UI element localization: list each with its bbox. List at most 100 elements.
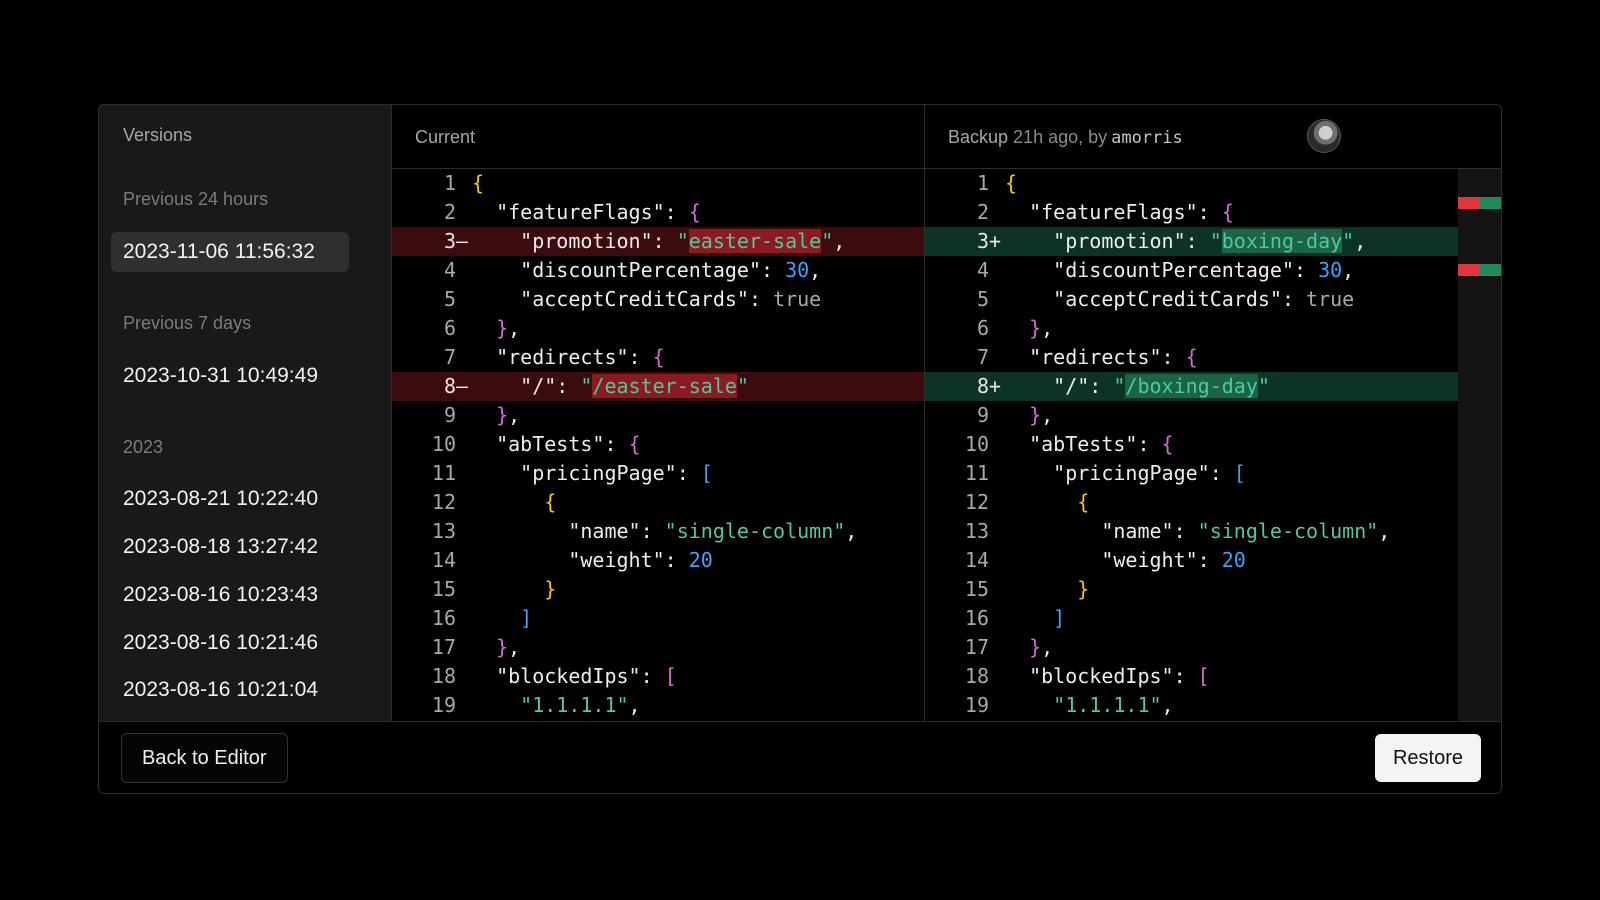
code-line[interactable]: 1{: [925, 169, 1458, 198]
backup-author[interactable]: amorris: [1111, 128, 1183, 148]
code-text: "promotion": "boxing-day",: [1005, 229, 1367, 253]
code-line[interactable]: 17 },: [392, 633, 924, 662]
code-line[interactable]: 19 "1.1.1.1",: [392, 691, 924, 720]
line-number: 19: [964, 693, 989, 717]
code-line[interactable]: 4 "discountPercentage": 30,: [925, 256, 1458, 285]
code-line[interactable]: 9 },: [392, 401, 924, 430]
code-line[interactable]: 19 "1.1.1.1",: [925, 691, 1458, 720]
line-number: 4: [976, 258, 989, 282]
code-line[interactable]: 16 ]: [392, 604, 924, 633]
line-number: 15: [964, 577, 989, 601]
restore-button[interactable]: Restore: [1374, 734, 1481, 782]
line-number: 7: [443, 345, 456, 369]
line-number: 17: [431, 635, 456, 659]
code-line[interactable]: 2 "featureFlags": {: [392, 198, 924, 227]
code-text: "acceptCreditCards": true: [1005, 287, 1355, 311]
line-number: 9: [976, 403, 989, 427]
current-pane-header: Current: [392, 105, 925, 169]
diff-marker: +: [989, 374, 1002, 398]
code-line-deleted[interactable]: 8– "/": "/easter-sale": [392, 372, 924, 401]
code-text: "pricingPage": [: [1005, 461, 1246, 485]
line-number: 1: [976, 171, 989, 195]
line-number: 13: [964, 519, 989, 543]
code-line[interactable]: 6 },: [392, 314, 924, 343]
ruler-addition-marker[interactable]: [1480, 264, 1501, 276]
code-line[interactable]: 11 "pricingPage": [: [392, 459, 924, 488]
line-number: 19: [431, 693, 456, 717]
line-number: 11: [964, 461, 989, 485]
code-text: "weight": 20: [472, 548, 713, 572]
user-avatar: [1307, 119, 1341, 153]
code-text: "1.1.1.1",: [520, 693, 641, 717]
backup-code-pane[interactable]: 1{2 "featureFlags": {3 + "promotion": "bo…: [925, 169, 1458, 721]
code-line[interactable]: 12 {: [392, 488, 924, 517]
ruler-addition-marker[interactable]: [1480, 197, 1501, 209]
code-line[interactable]: 10 "abTests": {: [925, 430, 1458, 459]
code-line[interactable]: 5 "acceptCreditCards": true: [392, 285, 924, 314]
code-line[interactable]: 13 "name": "single-column",: [392, 517, 924, 546]
code-text: "weight": 20: [1005, 548, 1246, 572]
code-text: "discountPercentage": 30,: [472, 258, 822, 282]
code-text: "abTests": {: [1005, 432, 1174, 456]
code-line-deleted[interactable]: 3– "promotion": "easter-sale",: [392, 227, 924, 256]
code-text: "abTests": {: [472, 432, 641, 456]
code-text: "discountPercentage": 30,: [1005, 258, 1355, 282]
diff-overview-ruler[interactable]: [1458, 169, 1501, 721]
code-line[interactable]: 15 }: [925, 575, 1458, 604]
version-item[interactable]: 2023-08-16 10:21:46: [111, 623, 349, 663]
code-line[interactable]: 5 "acceptCreditCards": true: [925, 285, 1458, 314]
code-line[interactable]: 18 "blockedIps": [: [925, 662, 1458, 691]
line-number: 12: [431, 490, 456, 514]
line-number: 17: [964, 635, 989, 659]
code-line[interactable]: 10 "abTests": {: [392, 430, 924, 459]
ruler-deletion-marker[interactable]: [1458, 264, 1480, 276]
code-line[interactable]: 15 }: [392, 575, 924, 604]
code-text: "blockedIps": [: [1005, 664, 1210, 688]
code-line[interactable]: 1{: [392, 169, 924, 198]
code-text: "blockedIps": [: [472, 664, 677, 688]
line-number: 7: [976, 345, 989, 369]
code-text: }: [544, 577, 557, 601]
version-item-selected[interactable]: 2023-11-06 11:56:32: [111, 232, 349, 272]
code-text: }: [1077, 577, 1090, 601]
code-line-added[interactable]: 3 + "promotion": "boxing-day",: [925, 227, 1458, 256]
version-item[interactable]: 2023-10-31 10:49:49: [111, 356, 349, 396]
code-line[interactable]: 18 "blockedIps": [: [392, 662, 924, 691]
code-line-added[interactable]: 8 + "/": "/boxing-day": [925, 372, 1458, 401]
code-line[interactable]: 11 "pricingPage": [: [925, 459, 1458, 488]
ruler-deletion-marker[interactable]: [1458, 197, 1480, 209]
code-line[interactable]: 7 "redirects": {: [925, 343, 1458, 372]
current-pane-title: Current: [415, 127, 476, 147]
code-text: "/": "/boxing-day": [1005, 374, 1270, 398]
line-number: 1: [443, 171, 456, 195]
code-text: },: [496, 635, 521, 659]
version-item[interactable]: 2023-08-16 10:23:43: [111, 575, 349, 615]
diff-marker: +: [989, 229, 1002, 253]
code-text: "pricingPage": [: [472, 461, 713, 485]
version-item[interactable]: 2023-08-16 10:21:04: [111, 670, 349, 710]
code-text: "acceptCreditCards": true: [472, 287, 822, 311]
line-number: 14: [964, 548, 989, 572]
code-line[interactable]: 12 {: [925, 488, 1458, 517]
version-item[interactable]: 2023-08-21 10:22:40: [111, 479, 349, 519]
code-text: {: [472, 171, 485, 195]
footer-bar: Back to Editor Restore: [99, 721, 1501, 793]
code-line[interactable]: 17 },: [925, 633, 1458, 662]
code-line[interactable]: 2 "featureFlags": {: [925, 198, 1458, 227]
line-number: 6: [976, 316, 989, 340]
code-text: },: [1029, 635, 1054, 659]
code-line[interactable]: 14 "weight": 20: [925, 546, 1458, 575]
code-line[interactable]: 14 "weight": 20: [392, 546, 924, 575]
code-line[interactable]: 4 "discountPercentage": 30,: [392, 256, 924, 285]
line-number: 3: [443, 229, 456, 253]
code-line[interactable]: 7 "redirects": {: [392, 343, 924, 372]
current-code-pane[interactable]: 1{2 "featureFlags": {3– "promotion": "ea…: [392, 169, 925, 721]
line-number: 14: [431, 548, 456, 572]
code-line[interactable]: 6 },: [925, 314, 1458, 343]
code-line[interactable]: 13 "name": "single-column",: [925, 517, 1458, 546]
code-line[interactable]: 9 },: [925, 401, 1458, 430]
line-number: 6: [443, 316, 456, 340]
back-to-editor-button[interactable]: Back to Editor: [121, 733, 288, 783]
code-line[interactable]: 16 ]: [925, 604, 1458, 633]
version-item[interactable]: 2023-08-18 13:27:42: [111, 527, 349, 567]
